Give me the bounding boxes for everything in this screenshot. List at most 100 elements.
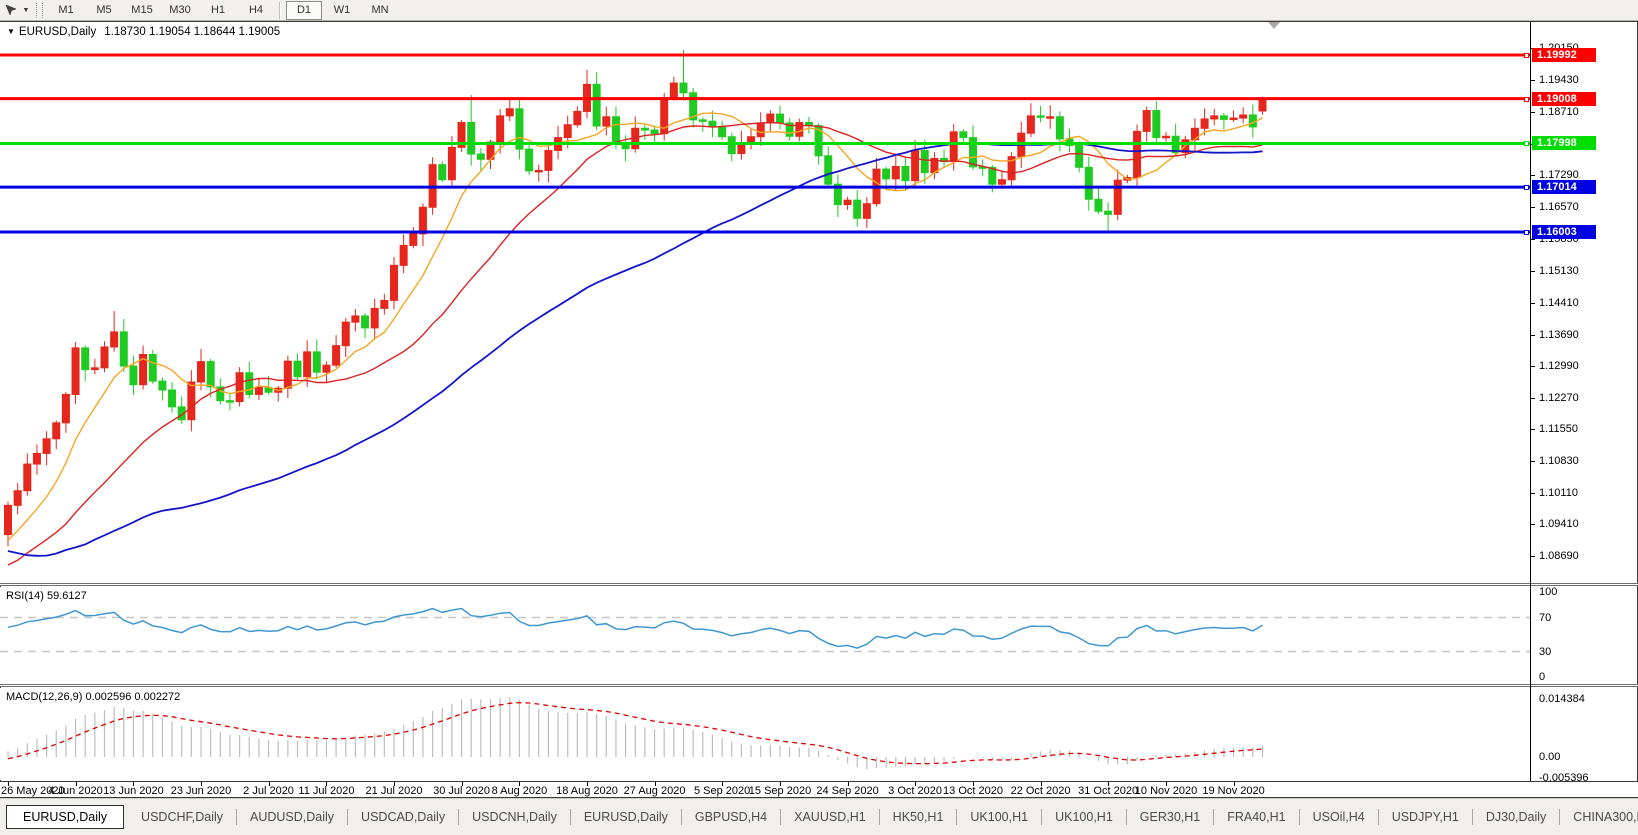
candle-body — [1026, 115, 1035, 134]
candle-body — [997, 179, 1006, 185]
candle-body — [225, 400, 234, 403]
candle-body — [42, 438, 51, 454]
tab-gbpusd-h4[interactable]: GBPUSD,H4 — [682, 806, 780, 828]
candle-body — [1094, 198, 1103, 212]
candle-body — [32, 452, 41, 465]
price-tick — [1531, 556, 1535, 558]
cursor-tool-dropdown-icon[interactable]: ▼ — [20, 7, 32, 14]
candle-body — [100, 346, 109, 369]
candle-body — [293, 360, 302, 378]
timeframe-button-m15[interactable]: M15 — [124, 1, 160, 20]
hline-anchor-marker[interactable] — [1524, 141, 1529, 147]
price-tick — [1531, 524, 1535, 526]
candle-body — [4, 504, 12, 536]
candle-body — [949, 131, 958, 163]
date-label: 21 Jul 2020 — [365, 785, 423, 797]
macd-label: MACD(12,26,9) 0.002596 0.002272 — [6, 691, 181, 703]
candle-body — [756, 122, 765, 138]
date-label: 5 Sep 2020 — [693, 785, 751, 797]
candle-body — [1133, 130, 1142, 179]
date-label: 4 Jun 2020 — [48, 785, 103, 797]
timeframe-button-d1[interactable]: D1 — [286, 0, 322, 20]
tab-dj30-daily[interactable]: DJ30,Daily — [1473, 806, 1559, 828]
timeframe-button-m5[interactable]: M5 — [86, 1, 122, 20]
price-tag-1.19008[interactable]: 1.19008 — [1532, 91, 1596, 106]
timeframe-button-w1[interactable]: W1 — [324, 1, 360, 20]
candle-body — [727, 136, 736, 155]
date-label: 10 Nov 2020 — [1134, 785, 1198, 797]
candle-body — [1152, 110, 1161, 139]
price-tick-label: 1.17290 — [1539, 168, 1579, 181]
candle-body — [1084, 166, 1093, 200]
rsi-canvas[interactable] — [0, 587, 1530, 684]
candle-body — [168, 389, 177, 408]
timeframe-button-m30[interactable]: M30 — [162, 1, 198, 20]
timeframe-button-h1[interactable]: H1 — [200, 1, 236, 20]
timeframe-button-m1[interactable]: M1 — [48, 1, 84, 20]
candle-body — [544, 149, 553, 171]
candle-body — [1229, 117, 1238, 121]
tab-usdcnh-daily[interactable]: USDCNH,Daily — [459, 806, 570, 828]
mt4-application: ▼ M1 M5 M15 M30 H1 H4 D1 W1 MN ▼ EURUSD,Daily 1.1… — [0, 0, 1638, 835]
date-label: 23 Jun 2020 — [170, 785, 232, 797]
tab-china300-h1[interactable]: CHINA300,H1 — [1560, 806, 1638, 828]
price-tag-1.19992[interactable]: 1.19992 — [1532, 48, 1596, 62]
date-label: 13 Oct 2020 — [943, 785, 1003, 797]
tab-eurusd-daily[interactable]: EURUSD,Daily — [6, 805, 125, 829]
candle-body — [341, 321, 350, 347]
tab-usoil-h4[interactable]: USOil,H4 — [1300, 806, 1378, 828]
panel-separator-rsi-macd[interactable] — [0, 684, 1638, 687]
tab-fra40-h1[interactable]: FRA40,H1 — [1214, 806, 1298, 828]
hline-anchor-marker[interactable] — [1524, 96, 1529, 102]
tab-hk50-h1[interactable]: HK50,H1 — [880, 806, 957, 828]
price-tag-1.17014[interactable]: 1.17014 — [1532, 180, 1596, 195]
candle-body — [1104, 210, 1113, 215]
tab-usdchf-daily[interactable]: USDCHF,Daily — [128, 806, 236, 828]
toolbar-grip[interactable] — [36, 2, 43, 18]
chart-shift-marker-icon[interactable] — [1268, 22, 1280, 29]
tab-ger30-h1[interactable]: GER30,H1 — [1127, 806, 1213, 828]
tab-audusd-daily[interactable]: AUDUSD,Daily — [237, 806, 347, 828]
hline-anchor-marker[interactable] — [1524, 53, 1529, 58]
macd-canvas[interactable] — [0, 688, 1530, 780]
candle-body — [1210, 115, 1219, 120]
price-tick — [1531, 429, 1535, 431]
tab-usdcad-daily[interactable]: USDCAD,Daily — [348, 806, 458, 828]
rsi-axis-label: 30 — [1539, 645, 1552, 658]
tab-usdjpy-h1[interactable]: USDJPY,H1 — [1379, 806, 1472, 828]
candle-body — [708, 120, 717, 128]
timeframe-group-daily: D1 W1 MN — [285, 0, 399, 20]
candle-body — [1036, 115, 1045, 118]
tab-uk100-h1[interactable]: UK100,H1 — [1042, 806, 1126, 828]
candle-body — [148, 354, 157, 382]
price-axis[interactable]: 1.201501.194301.187101.179901.172901.165… — [1524, 21, 1637, 784]
toolbar-divider — [279, 1, 281, 19]
tab-xauusd-h1[interactable]: XAUUSD,H1 — [781, 806, 879, 828]
cursor-tool-icon[interactable] — [2, 2, 20, 19]
tab-uk100-h1[interactable]: UK100,H1 — [957, 806, 1041, 828]
price-tag-1.16003[interactable]: 1.16003 — [1532, 224, 1596, 239]
timeframe-button-mn[interactable]: MN — [362, 1, 398, 20]
price-tick — [1531, 302, 1535, 304]
hline-anchor-marker[interactable] — [1524, 185, 1529, 191]
main-chart-canvas[interactable] — [0, 22, 1530, 584]
candle-body — [698, 119, 707, 122]
rsi-axis-label: 100 — [1539, 586, 1558, 598]
hline-anchor-marker[interactable] — [1524, 229, 1529, 235]
ma-fast-line — [7, 112, 1263, 541]
ma-slow-line — [7, 142, 1263, 557]
candle-body — [235, 372, 244, 403]
candle-body — [13, 490, 22, 506]
price-tag-1.17998[interactable]: 1.17998 — [1532, 136, 1596, 151]
candle-body — [611, 116, 620, 146]
candle-body — [891, 165, 900, 180]
candle-body — [1239, 114, 1248, 119]
candle-body — [1162, 135, 1170, 139]
panel-separator-main-rsi[interactable] — [0, 583, 1638, 586]
candle-body — [476, 153, 485, 160]
timeframe-button-h4[interactable]: H4 — [238, 1, 274, 20]
date-label: 15 Sep 2020 — [748, 785, 812, 797]
tab-eurusd-daily[interactable]: EURUSD,Daily — [571, 806, 681, 828]
collapse-triangle-icon[interactable]: ▼ — [7, 27, 15, 36]
time-axis[interactable]: 26 May 2020 4 Jun 2020 13 Jun 2020 23 Jun 2… — [0, 782, 1638, 797]
